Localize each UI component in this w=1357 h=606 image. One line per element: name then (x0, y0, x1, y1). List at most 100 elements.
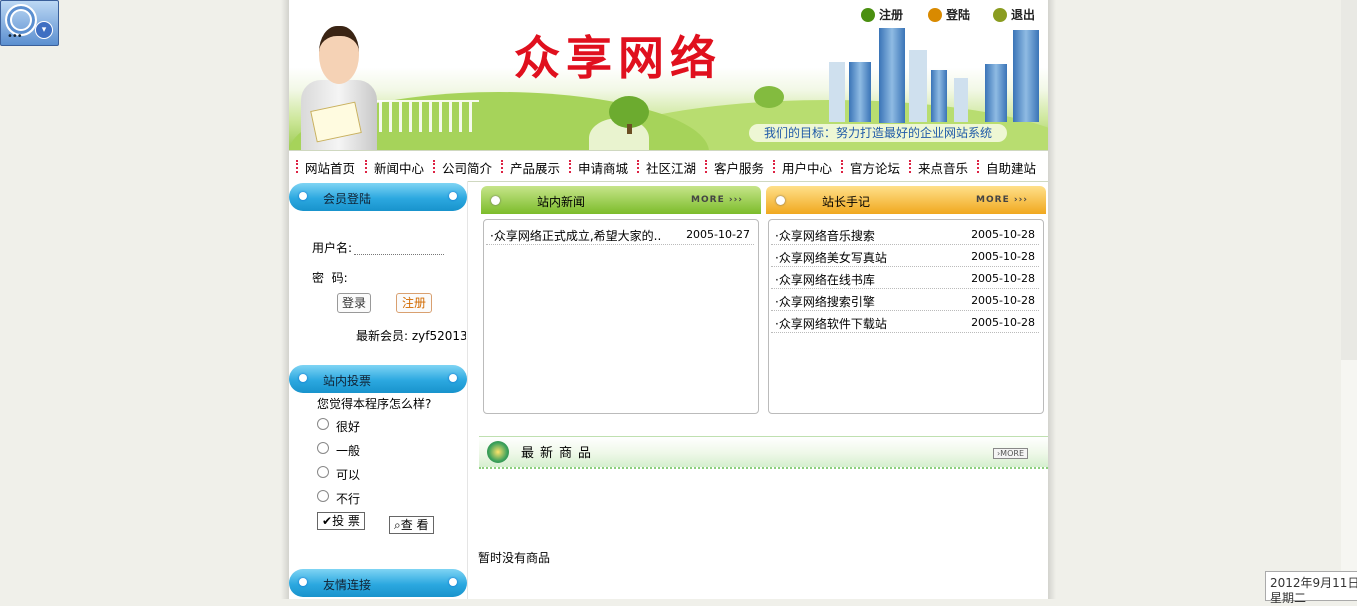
site-title: 众享网络 (514, 31, 722, 85)
vote-option-label: 很好 (336, 420, 361, 434)
products-header: 最新商品 ›MORE (479, 436, 1048, 469)
nav-item-news[interactable]: 新闻中心 (374, 158, 424, 177)
notes-panel-title: 站长手记 (822, 195, 871, 209)
vertical-scrollbar[interactable] (1341, 0, 1357, 599)
note-date: 2005-10-28 (971, 250, 1035, 263)
nav-item-products[interactable]: 产品展示 (510, 158, 560, 177)
logout-link[interactable]: 退出 (993, 6, 1035, 24)
note-date: 2005-10-28 (971, 272, 1035, 285)
products-empty-text: 暂时没有商品 (478, 551, 551, 565)
dropdown-arrow-icon[interactable]: ▾ (35, 21, 53, 39)
vote-option-label: 一般 (336, 444, 361, 458)
news-panel-title: 站内新闻 (537, 195, 586, 209)
note-title[interactable]: ·众享网络在线书库 (775, 271, 875, 288)
nav-separator (569, 160, 573, 173)
login-box-header: 会员登陆 (289, 183, 467, 211)
nav-item-community[interactable]: 社区江湖 (646, 158, 696, 177)
nav-separator (501, 160, 505, 173)
list-item[interactable]: ·众享网络音乐搜索 2005-10-28 (771, 224, 1039, 245)
main-nav: 网站首页 新闻中心 公司简介 产品展示 申请商城 社区江湖 客户服务 用户中心 … (289, 150, 1048, 182)
bullet-icon (449, 578, 457, 586)
building-graphic (879, 28, 905, 123)
nav-item-music[interactable]: 来点音乐 (918, 158, 968, 177)
login-button[interactable]: 登录 (337, 293, 371, 313)
bullet-icon (449, 374, 457, 382)
nav-separator (296, 160, 300, 173)
vote-option-label: 可以 (336, 468, 361, 482)
login-icon (928, 8, 942, 22)
taskbar-date-tooltip: 2012年9月11日 星期二 (1265, 571, 1357, 605)
list-item[interactable]: ·众享网络搜索引擎 2005-10-28 (771, 290, 1039, 311)
register-link[interactable]: 注册 (861, 6, 903, 24)
news-more-link[interactable]: MORE ››› (691, 195, 743, 205)
nav-separator (909, 160, 913, 173)
logout-icon (993, 8, 1007, 22)
dots-icon: ••• (7, 31, 23, 42)
username-input[interactable] (354, 242, 444, 255)
note-date: 2005-10-28 (971, 316, 1035, 329)
vote-option-radio[interactable] (317, 466, 329, 478)
vote-button-label: 投 票 (332, 514, 360, 528)
register-button[interactable]: 注册 (396, 293, 432, 313)
building-graphic (985, 64, 1007, 122)
tree-trunk-graphic (627, 124, 632, 134)
news-date: 2005-10-27 (686, 228, 750, 241)
vote-option-radio[interactable] (317, 418, 329, 430)
header-banner: 众享网络 注册 登陆 退出 我们的目标：努力打造最好的企业网站系统 (289, 0, 1048, 150)
nav-item-site-builder[interactable]: 自助建站 (986, 158, 1036, 177)
login-link[interactable]: 登陆 (928, 6, 970, 24)
password-input[interactable] (354, 272, 444, 285)
nav-item-mall[interactable]: 申请商城 (578, 158, 628, 177)
scrollbar-track[interactable] (1341, 360, 1357, 599)
header-links: 注册 登陆 退出 (861, 6, 1041, 24)
list-item[interactable]: ·众享网络美女写真站 2005-10-28 (771, 246, 1039, 267)
note-title[interactable]: ·众享网络软件下载站 (775, 315, 887, 332)
nav-item-forum[interactable]: 官方论坛 (850, 158, 900, 177)
nav-item-home[interactable]: 网站首页 (305, 158, 355, 177)
login-box-title: 会员登陆 (323, 192, 372, 206)
list-item[interactable]: ·众享网络软件下载站 2005-10-28 (771, 312, 1039, 333)
links-box-title: 友情连接 (323, 578, 372, 592)
vote-button[interactable]: ✔投 票 (317, 512, 365, 530)
news-panel-body: ·众享网络正式成立,希望大家的.. 2005-10-27 (483, 219, 759, 414)
vote-box-header: 站内投票 (289, 365, 467, 393)
desktop-gadget[interactable]: ••• ▾ (0, 0, 59, 46)
news-title[interactable]: ·众享网络正式成立,希望大家的.. (490, 227, 661, 244)
note-title[interactable]: ·众享网络搜索引擎 (775, 293, 875, 310)
note-title[interactable]: ·众享网络音乐搜索 (775, 227, 875, 244)
vote-option-radio[interactable] (317, 490, 329, 502)
nav-separator (841, 160, 845, 173)
list-item[interactable]: ·众享网络在线书库 2005-10-28 (771, 268, 1039, 289)
vote-question: 您觉得本程序怎么样? (317, 397, 432, 411)
bullet-icon (491, 196, 500, 205)
building-graphic (849, 62, 871, 122)
password-label: 密 码: (312, 271, 348, 285)
nav-separator (365, 160, 369, 173)
notes-panel-body: ·众享网络音乐搜索 2005-10-28 ·众享网络美女写真站 2005-10-… (768, 219, 1044, 414)
bullet-icon (299, 192, 307, 200)
nav-item-user-center[interactable]: 用户中心 (782, 158, 832, 177)
notes-more-link[interactable]: MORE ››› (976, 195, 1028, 205)
note-date: 2005-10-28 (971, 228, 1035, 241)
view-results-button[interactable]: ⌕查 看 (389, 516, 434, 534)
weekday-text: 星期二 (1270, 591, 1307, 605)
nav-separator (433, 160, 437, 173)
check-icon: ✔ (322, 514, 333, 528)
list-item[interactable]: ·众享网络正式成立,希望大家的.. 2005-10-27 (486, 224, 754, 245)
nav-item-service[interactable]: 客户服务 (714, 158, 764, 177)
nav-item-about[interactable]: 公司简介 (442, 158, 492, 177)
products-more-link[interactable]: ›MORE (992, 448, 1028, 459)
slogan: 我们的目标：努力打造最好的企业网站系统 (749, 124, 1007, 142)
building-graphic (954, 78, 968, 122)
nav-separator (977, 160, 981, 173)
view-button-label: 查 看 (400, 518, 429, 532)
bullet-icon (299, 578, 307, 586)
magnifier-icon: ⌕ (394, 518, 401, 532)
newest-member: 最新会员: zyf520131 (356, 329, 466, 343)
page: 众享网络 注册 登陆 退出 我们的目标：努力打造最好的企业网站系统 网站首页 新… (281, 0, 1056, 599)
note-title[interactable]: ·众享网络美女写真站 (775, 249, 887, 266)
links-box-header: 友情连接 (289, 569, 467, 597)
nav-separator (637, 160, 641, 173)
vote-option-radio[interactable] (317, 442, 329, 454)
left-sidebar: 会员登陆 用户名: 密 码: 登录 注册 最新会员: zyf520131 站内投… (289, 181, 468, 599)
